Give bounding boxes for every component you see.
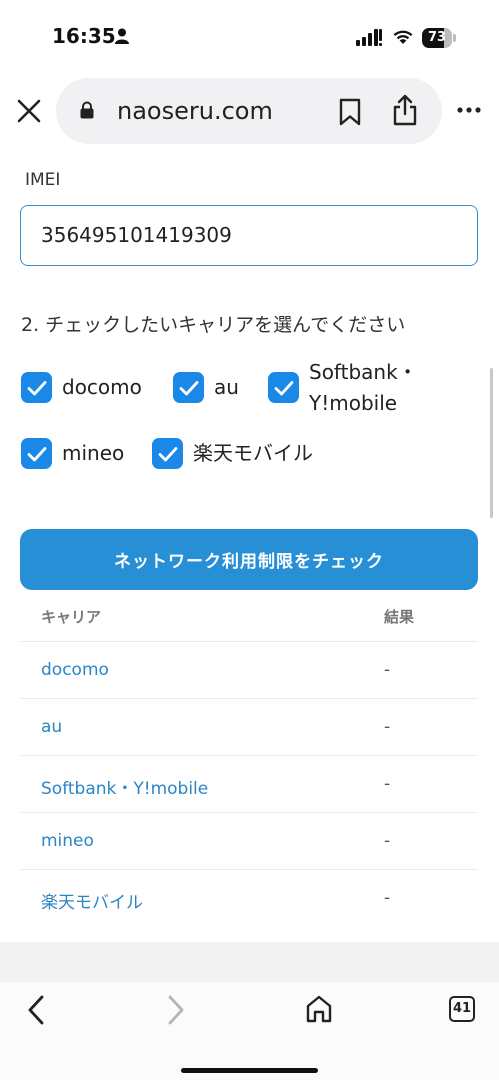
imei-input[interactable]: 356495101419309 (20, 205, 478, 266)
checkbox-label-docomo: docomo (62, 375, 142, 399)
softbank-label-line2: Y!mobile (309, 391, 398, 415)
address-bar[interactable]: naoseru.com (56, 78, 442, 144)
checkbox-label-rakuten: 楽天モバイル (193, 441, 313, 465)
row-carrier-link[interactable]: au (41, 717, 62, 737)
row-carrier-link[interactable]: Softbank・Y!mobile (41, 774, 208, 799)
row-carrier-link[interactable]: mineo (41, 831, 94, 851)
checkmark-icon (27, 446, 46, 461)
checkmark-icon (158, 446, 177, 461)
checkmark-icon (179, 380, 198, 395)
scrollbar[interactable] (490, 368, 493, 518)
row-result: - (384, 660, 391, 680)
close-icon[interactable] (14, 96, 44, 126)
row-result: - (384, 774, 391, 794)
checkbox-au[interactable]: au (173, 372, 239, 403)
header-carrier: キャリア (41, 608, 102, 626)
softbank-label-line1: Softbank・ (309, 360, 418, 384)
checkmark-icon (274, 380, 293, 395)
table-row: docomo - (20, 642, 478, 699)
table-row: Softbank・Y!mobile - (20, 756, 478, 813)
battery-icon: 73 (422, 28, 456, 48)
url-domain[interactable]: naoseru.com (117, 97, 273, 125)
row-carrier-link[interactable]: 楽天モバイル (41, 888, 143, 913)
back-icon[interactable] (24, 994, 48, 1026)
table-row: 楽天モバイル - (20, 870, 478, 926)
check-network-button[interactable]: ネットワーク利用制限をチェック (20, 529, 478, 590)
lock-icon (80, 101, 94, 119)
wifi-icon (393, 30, 413, 44)
checkbox-label-au: au (214, 375, 239, 399)
checkbox-mineo[interactable]: mineo (21, 438, 124, 469)
page-footer-band (0, 942, 499, 982)
home-icon[interactable] (305, 994, 333, 1024)
checkbox-docomo[interactable]: docomo (21, 372, 142, 403)
share-icon[interactable] (392, 94, 418, 126)
status-time: 16:35 (52, 24, 116, 48)
checkmark-icon (27, 380, 46, 395)
checkbox-rakuten[interactable]: 楽天モバイル (152, 438, 313, 469)
row-carrier-link[interactable]: docomo (41, 660, 109, 680)
bookmark-icon[interactable] (338, 98, 362, 126)
table-row: mineo - (20, 813, 478, 870)
row-result: - (384, 888, 391, 908)
signal-icon (356, 29, 382, 46)
battery-level: 73 (427, 30, 447, 45)
browser-toolbar: 41 (0, 982, 499, 1080)
person-icon (115, 28, 129, 44)
carrier-section-title: 2. チェックしたいキャリアを選んでください (21, 314, 406, 336)
imei-label: IMEI (25, 170, 61, 190)
home-indicator (181, 1068, 318, 1073)
checkbox-label-mineo: mineo (62, 441, 125, 465)
tabs-icon[interactable]: 41 (449, 996, 475, 1022)
header-result: 結果 (384, 608, 415, 626)
forward-icon[interactable] (164, 994, 188, 1026)
row-result: - (384, 831, 391, 851)
results-table: キャリア 結果 docomo - au - Softbank・Y!mobile … (20, 590, 478, 926)
status-bar: 16:35 73 (0, 0, 499, 76)
checkbox-softbank[interactable]: Softbank・ Y!mobile (268, 360, 418, 419)
table-header: キャリア 結果 (20, 590, 478, 642)
table-row: au - (20, 699, 478, 756)
checkbox-label-softbank: Softbank・ Y!mobile (309, 357, 418, 419)
row-result: - (384, 717, 391, 737)
more-icon[interactable] (456, 100, 482, 120)
